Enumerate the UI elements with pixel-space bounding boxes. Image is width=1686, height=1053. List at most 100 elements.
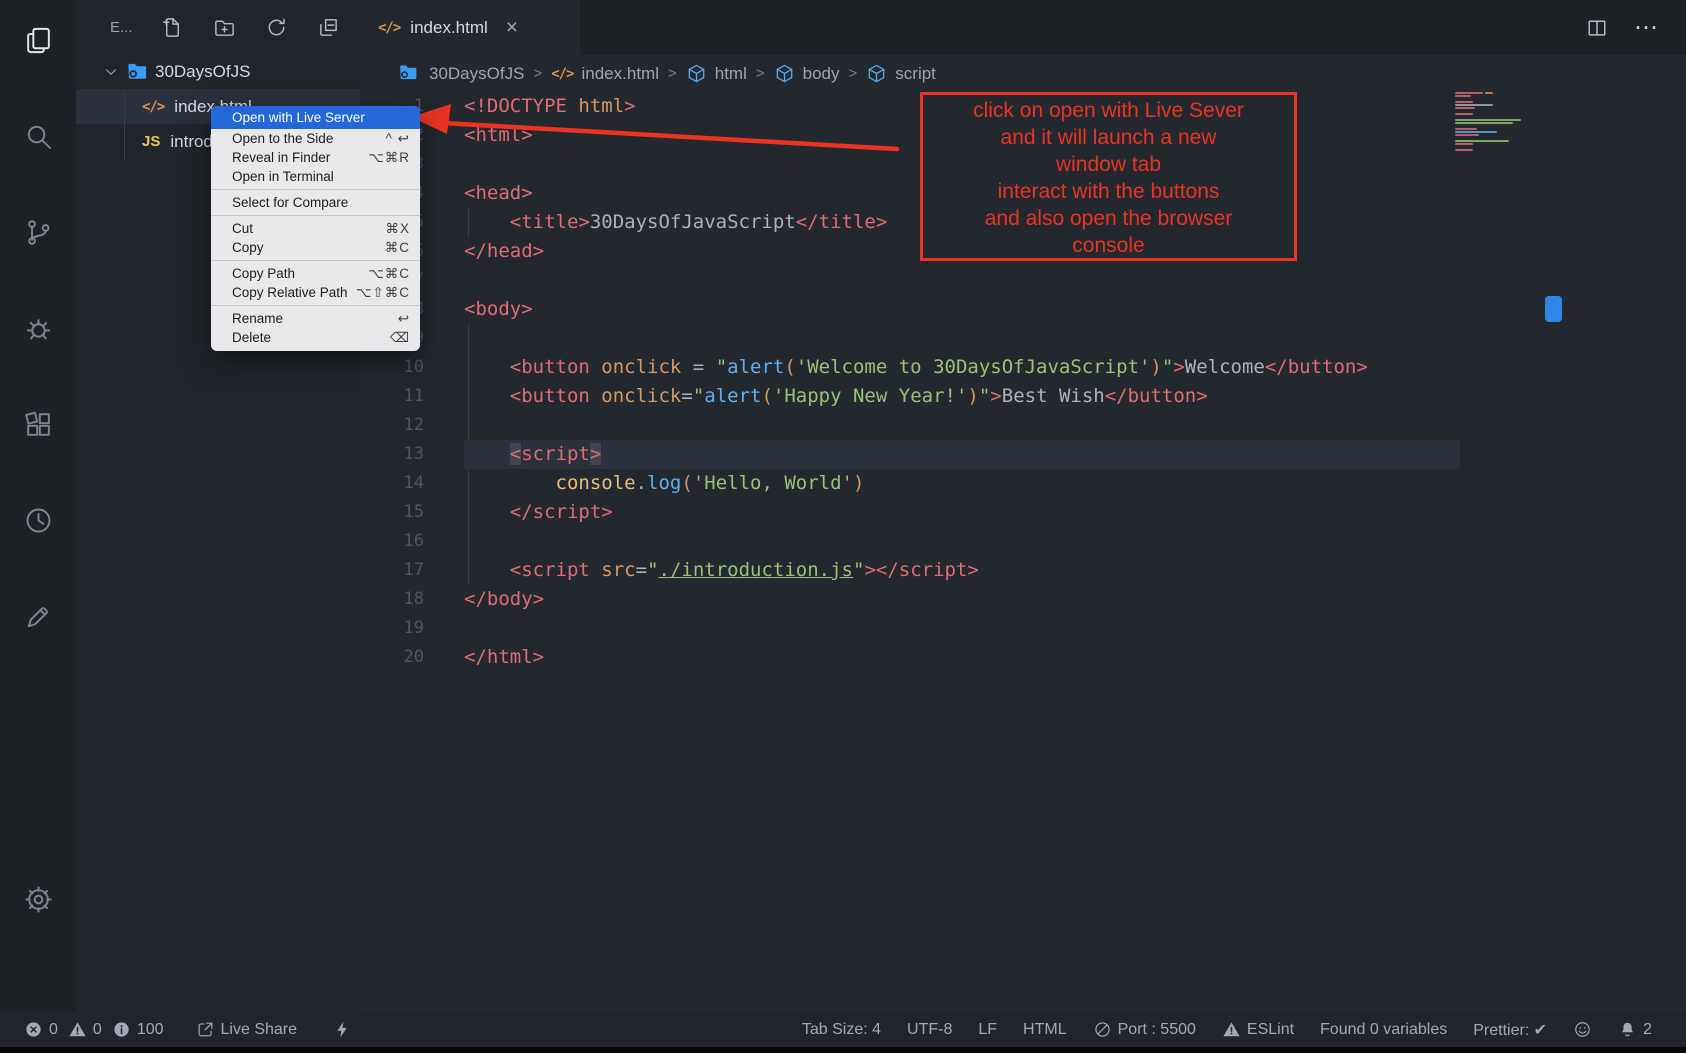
new-folder-icon[interactable] <box>213 16 236 39</box>
breadcrumb-separator-icon: > <box>668 65 677 82</box>
tree-item-root-folder[interactable]: 30DaysOfJS <box>76 54 360 89</box>
run-debug-icon[interactable] <box>14 304 62 352</box>
breadcrumb-separator-icon: > <box>849 65 858 82</box>
annotation-line: and also open the browser <box>923 205 1294 232</box>
new-file-icon[interactable] <box>161 16 184 39</box>
activity-bar-top <box>14 0 62 672</box>
status-text: 0 <box>49 1021 58 1039</box>
code-line[interactable]: 14 console.log('Hello, World') <box>360 469 1686 498</box>
menu-item-shortcut: ↩ <box>398 311 410 327</box>
line-number: 15 <box>360 498 424 527</box>
status-text: 0 <box>93 1021 102 1039</box>
status-text: Tab Size: 4 <box>802 1021 881 1039</box>
code-line[interactable]: 9 <box>360 324 1686 353</box>
remote-icon[interactable] <box>14 496 62 544</box>
code-text: console.log('Hello, World') <box>464 469 864 498</box>
collapse-folders-icon[interactable] <box>317 16 340 39</box>
tab-bar: </> index.html × ⋯ <box>360 0 1686 55</box>
explorer-icon[interactable] <box>14 16 62 64</box>
menu-item-label: Copy <box>232 240 264 255</box>
refresh-explorer-icon[interactable] <box>265 16 288 39</box>
annotation-line: interact with the buttons <box>923 178 1294 205</box>
status-warnings[interactable]: 0 <box>68 1020 102 1039</box>
code-line[interactable]: 8<body> <box>360 295 1686 324</box>
menu-item-label: Reveal in Finder <box>232 150 330 165</box>
annotation-line: console <box>923 232 1294 259</box>
status-text: HTML <box>1023 1021 1067 1039</box>
menu-item-copy-relative-path[interactable]: Copy Relative Path⌥⇧⌘C <box>211 283 420 302</box>
menu-item-label: Cut <box>232 221 253 236</box>
menu-item-label: Select for Compare <box>232 195 348 210</box>
breadcrumb-item-html[interactable]: html <box>686 63 747 84</box>
code-line[interactable]: 11 <button onclick="alert('Happy New Yea… <box>360 382 1686 411</box>
overview-ruler-marker[interactable] <box>1545 296 1562 322</box>
html-file-icon: </> <box>551 66 573 82</box>
menu-item-open-with-live-server[interactable]: Open with Live Server <box>211 106 420 129</box>
info-icon <box>112 1020 131 1039</box>
breadcrumb-item-body[interactable]: body <box>774 63 840 84</box>
status-feedback-smiley[interactable] <box>1573 1020 1592 1039</box>
code-line[interactable]: 20</html> <box>360 643 1686 672</box>
extensions-icon[interactable] <box>14 400 62 448</box>
close-tab-icon[interactable]: × <box>506 17 518 38</box>
line-number: 16 <box>360 527 424 556</box>
source-control-icon[interactable] <box>14 208 62 256</box>
current-line-highlight <box>464 440 1460 469</box>
menu-item-label: Open with Live Server <box>232 110 365 125</box>
code-line[interactable]: 7 <box>360 266 1686 295</box>
err-icon <box>24 1020 43 1039</box>
status-prettier[interactable]: Prettier: ✔ <box>1473 1020 1547 1040</box>
status-eslint[interactable]: ESLint <box>1222 1020 1294 1039</box>
menu-item-open-in-terminal[interactable]: Open in Terminal <box>211 167 420 186</box>
settings-icon[interactable] <box>14 875 62 923</box>
menu-item-copy-path[interactable]: Copy Path⌥⌘C <box>211 264 420 283</box>
code-line[interactable]: 15 </script> <box>360 498 1686 527</box>
menu-item-open-to-the-side[interactable]: Open to the Side^ ↩ <box>211 129 420 148</box>
menu-item-rename[interactable]: Rename↩ <box>211 309 420 328</box>
feedback-icon[interactable] <box>14 592 62 640</box>
symbol-cube-icon <box>866 63 887 84</box>
status-notifications[interactable]: 2 <box>1618 1020 1652 1039</box>
code-line[interactable]: 10 <button onclick = "alert('Welcome to … <box>360 353 1686 382</box>
breadcrumb-label: script <box>895 64 936 84</box>
status-errors[interactable]: 0 <box>24 1020 58 1039</box>
status-text: Live Share <box>221 1021 298 1039</box>
code-line[interactable]: 13 <script> <box>360 440 1686 469</box>
breadcrumb-label: html <box>715 64 747 84</box>
status-language-mode[interactable]: HTML <box>1023 1021 1067 1039</box>
minimap[interactable] <box>1455 92 1547 152</box>
menu-item-delete[interactable]: Delete⌫ <box>211 328 420 347</box>
status-variables-found[interactable]: Found 0 variables <box>1320 1021 1447 1039</box>
status-infos[interactable]: 100 <box>112 1020 164 1039</box>
breadcrumb-item-index-html[interactable]: </>index.html <box>551 64 659 84</box>
breadcrumb-item-30daysofjs[interactable]: 30DaysOfJS <box>398 62 524 85</box>
split-editor-icon[interactable] <box>1586 17 1608 39</box>
line-number: 14 <box>360 469 424 498</box>
status-tab-size[interactable]: Tab Size: 4 <box>802 1021 881 1039</box>
menu-item-label: Copy Path <box>232 266 295 281</box>
code-line[interactable]: 12 <box>360 411 1686 440</box>
menu-item-cut[interactable]: Cut⌘X <box>211 219 420 238</box>
menu-item-label: Copy Relative Path <box>232 285 348 300</box>
status-bolt[interactable] <box>333 1020 352 1039</box>
search-icon[interactable] <box>14 112 62 160</box>
code-line[interactable]: 17 <script src="./introduction.js"></scr… <box>360 556 1686 585</box>
more-actions-icon[interactable]: ⋯ <box>1634 16 1660 40</box>
code-line[interactable]: 19 <box>360 614 1686 643</box>
html-file-icon: </> <box>378 20 400 36</box>
status-eol[interactable]: LF <box>978 1021 997 1039</box>
code-line[interactable]: 18</body> <box>360 585 1686 614</box>
menu-item-select-for-compare[interactable]: Select for Compare <box>211 193 420 212</box>
tab-index-html[interactable]: </> index.html × <box>360 0 580 55</box>
menu-item-copy[interactable]: Copy⌘C <box>211 238 420 257</box>
status-encoding[interactable]: UTF-8 <box>907 1021 952 1039</box>
symbol-cube-icon <box>686 63 707 84</box>
code-line[interactable]: 16 <box>360 527 1686 556</box>
status-live-share[interactable]: Live Share <box>196 1020 298 1039</box>
menu-item-reveal-in-finder[interactable]: Reveal in Finder⌥⌘R <box>211 148 420 167</box>
folder-icon <box>398 62 421 85</box>
status-live-server-port[interactable]: Port : 5500 <box>1093 1020 1196 1039</box>
breadcrumb-item-script[interactable]: script <box>866 63 936 84</box>
menu-separator <box>211 189 420 190</box>
status-bar: 0 0 100 Live Share Tab Size: 4 UTF-8 LF HTML Po… <box>0 1012 1686 1047</box>
